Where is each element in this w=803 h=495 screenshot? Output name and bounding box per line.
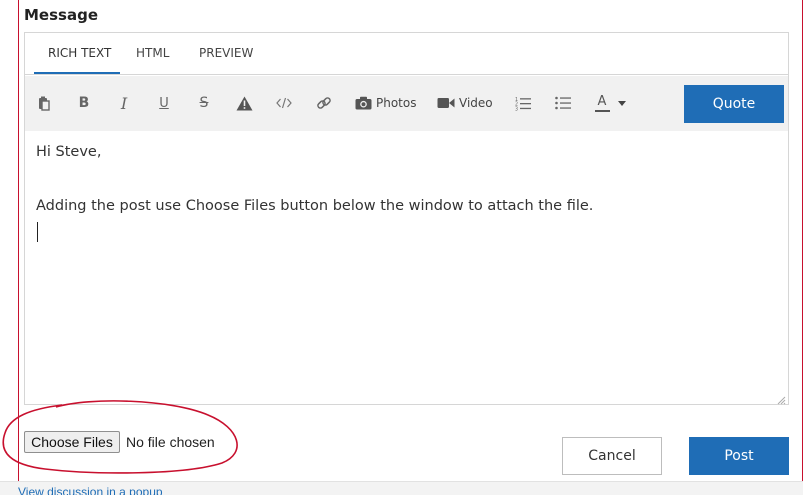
cancel-button[interactable]: Cancel <box>562 437 662 475</box>
view-discussion-popup-link[interactable]: View discussion in a popup <box>18 485 163 495</box>
editor-tabs: RICH TEXT HTML PREVIEW <box>25 33 788 75</box>
paste-icon[interactable] <box>35 92 53 114</box>
video-label: Video <box>459 96 493 110</box>
svg-text:3: 3 <box>515 106 518 111</box>
bold-icon[interactable]: B <box>75 92 93 114</box>
font-color-icon: A <box>594 95 610 112</box>
underline-icon[interactable]: U <box>155 92 173 114</box>
message-line: Adding the post use Choose Files button … <box>36 198 594 214</box>
choose-files-button[interactable]: Choose Files <box>24 431 120 453</box>
tab-preview[interactable]: PREVIEW <box>199 46 253 60</box>
italic-icon[interactable]: I <box>115 92 133 114</box>
bulleted-list-icon[interactable] <box>554 92 572 114</box>
numbered-list-icon[interactable]: 123 <box>514 92 532 114</box>
quote-button[interactable]: Quote <box>684 85 784 123</box>
strikethrough-icon[interactable]: S <box>195 92 213 114</box>
warning-icon[interactable] <box>234 92 254 114</box>
file-input: Choose Files No file chosen <box>24 431 215 453</box>
link-icon[interactable] <box>315 92 333 114</box>
camera-icon <box>355 96 372 110</box>
video-icon <box>437 97 455 109</box>
file-status: No file chosen <box>126 434 215 450</box>
message-editor: RICH TEXT HTML PREVIEW B I U S Photos Vi… <box>24 32 789 405</box>
post-button[interactable]: Post <box>689 437 789 475</box>
active-tab-indicator <box>34 72 120 74</box>
formatting-toolbar: B I U S Photos Video 123 A Quote <box>25 76 788 131</box>
font-color-dropdown[interactable]: A <box>591 92 629 114</box>
caret-down-icon <box>617 100 626 106</box>
text-caret <box>37 222 38 242</box>
section-title: Message <box>24 6 98 24</box>
tab-html[interactable]: HTML <box>136 46 169 60</box>
video-button[interactable]: Video <box>437 92 493 114</box>
photos-button[interactable]: Photos <box>355 92 416 114</box>
code-icon[interactable] <box>274 92 294 114</box>
editor-body[interactable]: Hi Steve, Adding the post use Choose Fil… <box>25 132 788 405</box>
photos-label: Photos <box>376 96 417 110</box>
resize-grip-icon[interactable] <box>777 393 786 405</box>
tab-rich-text[interactable]: RICH TEXT <box>48 46 111 60</box>
message-line: Hi Steve, <box>36 144 102 160</box>
